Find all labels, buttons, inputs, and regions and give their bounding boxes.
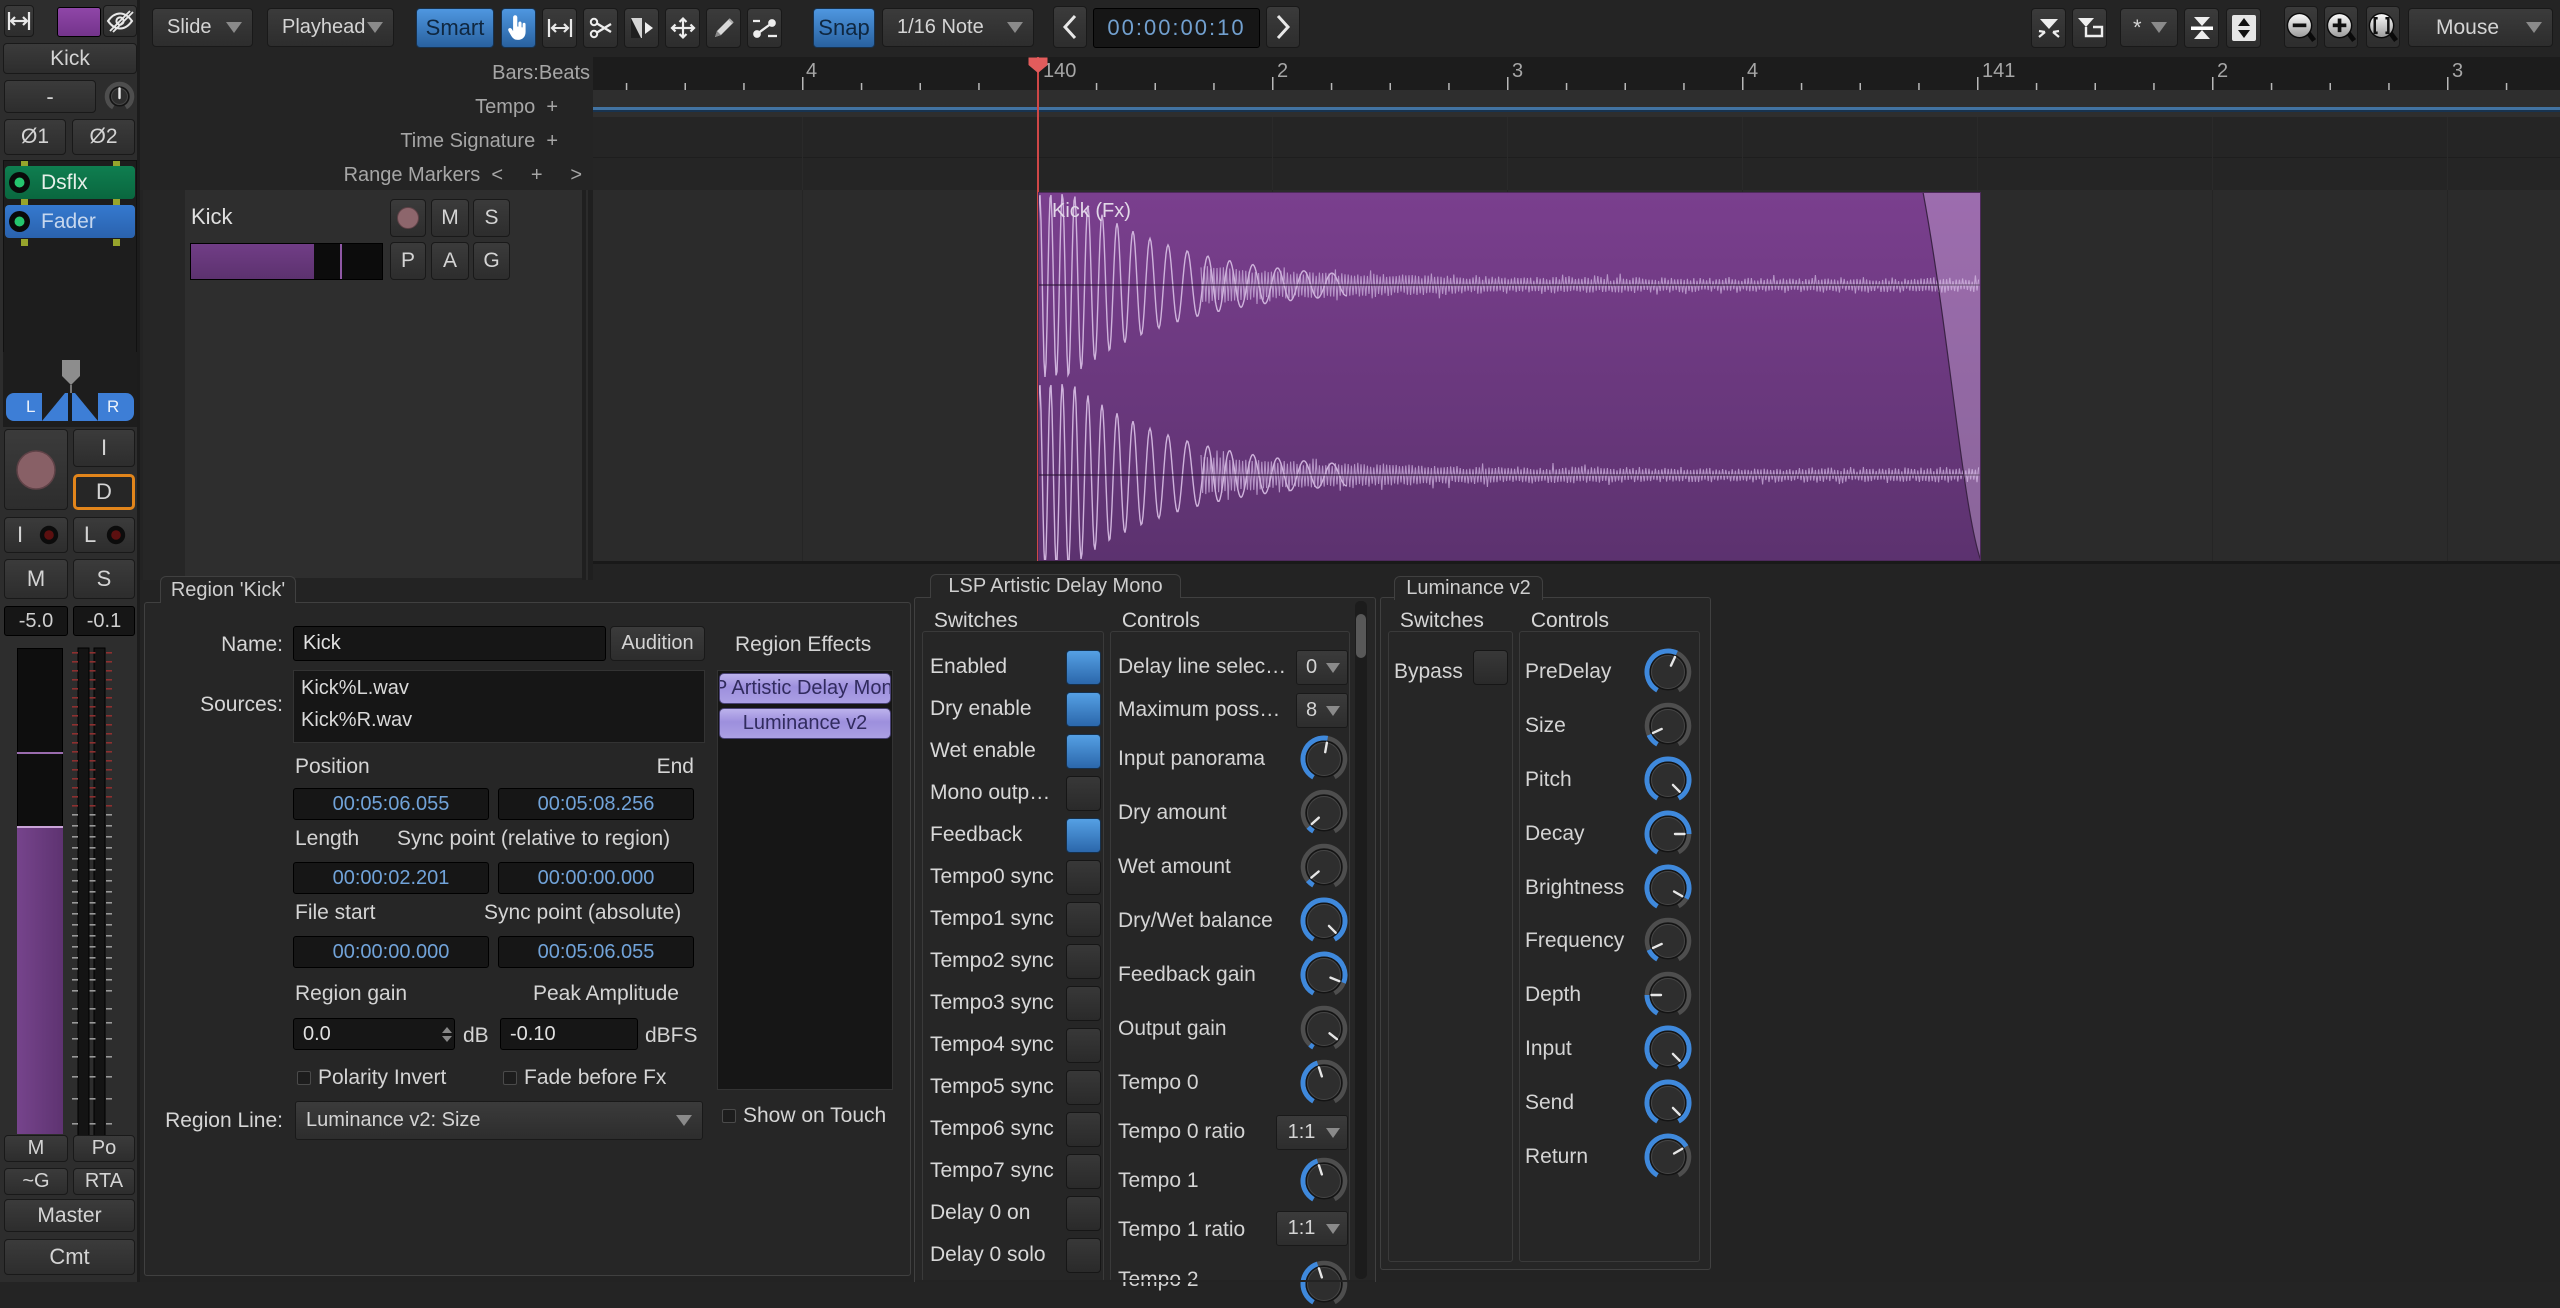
svg-text:R: R (107, 397, 119, 416)
svg-text:L: L (26, 397, 35, 416)
